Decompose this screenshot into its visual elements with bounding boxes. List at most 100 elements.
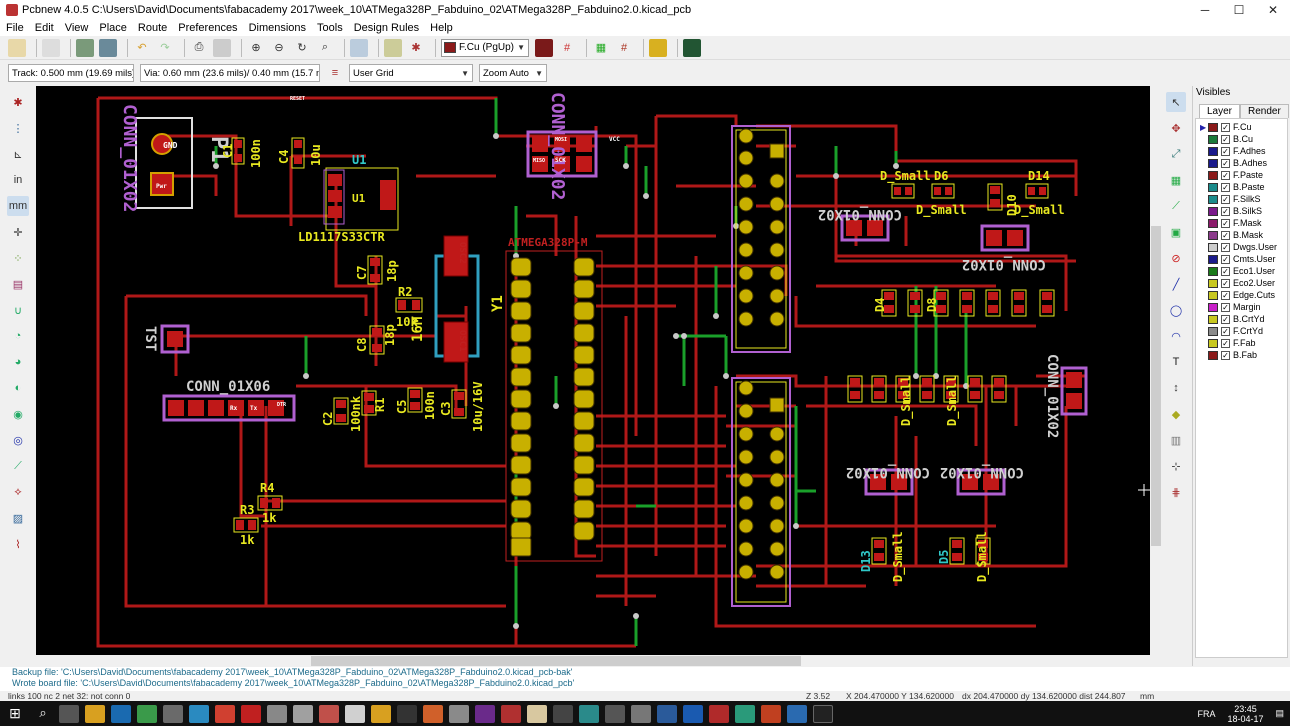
select-arrow-icon[interactable]: ↖	[1166, 92, 1186, 112]
layer-color-swatch[interactable]	[1208, 146, 1218, 156]
track-width-select[interactable]: Track: 0.500 mm (19.69 mils) * ▼	[8, 64, 134, 82]
undo-icon[interactable]: ↶	[133, 39, 151, 57]
cursor-shape-icon[interactable]: ✛	[7, 222, 29, 242]
menu-view[interactable]: View	[65, 22, 89, 34]
layer-visibility-checkbox[interactable]: ✓	[1221, 206, 1230, 216]
chrome-icon[interactable]	[215, 704, 235, 723]
layer-visibility-checkbox[interactable]: ✓	[1221, 254, 1230, 264]
layer-color-swatch[interactable]	[1208, 194, 1218, 204]
add-arc-icon[interactable]: ◠	[1166, 326, 1186, 346]
layer-visibility-checkbox[interactable]: ✓	[1221, 194, 1230, 204]
layer-color-swatch[interactable]	[1208, 338, 1218, 348]
route-track-icon[interactable]: ⟋	[1166, 196, 1186, 216]
app-icon-g[interactable]	[449, 704, 469, 723]
add-circle-icon[interactable]: ◯	[1166, 300, 1186, 320]
module-ratsnest-icon[interactable]: ▤	[7, 274, 29, 294]
layer-color-swatch[interactable]	[1208, 134, 1218, 144]
ftdi-header[interactable]	[162, 394, 296, 422]
layer-color-swatch[interactable]	[1208, 350, 1218, 360]
photos-icon[interactable]	[267, 704, 287, 723]
menu-route[interactable]: Route	[138, 22, 167, 34]
pcb-drawing[interactable]: CONN_01X02 CONN_01X02 P1 U1 U1 LD1117S33…	[36, 86, 1150, 655]
layer-color-swatch[interactable]	[1208, 302, 1218, 312]
delete-icon[interactable]: ▥	[1166, 430, 1186, 450]
grid-toggle-icon[interactable]: ⋮	[7, 118, 29, 138]
file-explorer-icon[interactable]	[85, 704, 105, 723]
zoom-in-icon[interactable]: ⊕	[247, 39, 265, 57]
keepout-icon[interactable]: ⊘	[1166, 248, 1186, 268]
menu-dimensions[interactable]: Dimensions	[249, 22, 306, 34]
app-icon-i[interactable]	[501, 704, 521, 723]
layer-visibility-checkbox[interactable]: ✓	[1221, 230, 1230, 240]
vertical-scrollbar[interactable]	[1150, 86, 1162, 655]
layer-visibility-checkbox[interactable]: ✓	[1221, 338, 1230, 348]
layer-row-dwgs-user[interactable]: ✓ Dwgs.User	[1200, 241, 1287, 253]
netlist-icon[interactable]	[384, 38, 402, 57]
inch-units-icon[interactable]: in	[7, 170, 29, 190]
app-mail-icon[interactable]	[163, 704, 183, 723]
maximize-button[interactable]: ☐	[1222, 0, 1256, 20]
app-icon-f[interactable]	[423, 704, 443, 723]
grid-origin-icon[interactable]: ⋕	[1166, 482, 1186, 502]
app-icon-k[interactable]	[605, 704, 625, 723]
kicad-taskbar-icon[interactable]	[527, 704, 547, 723]
menu-tools[interactable]: Tools	[317, 22, 343, 34]
highlight-net-icon[interactable]: ✥	[1166, 118, 1186, 138]
app-icon-h[interactable]	[475, 704, 495, 723]
layer-visibility-checkbox[interactable]: ✓	[1221, 146, 1230, 156]
menu-file[interactable]: File	[6, 22, 24, 34]
layer-row-f-paste[interactable]: ✓ F.Paste	[1200, 169, 1287, 181]
layer-visibility-checkbox[interactable]: ✓	[1221, 134, 1230, 144]
layer-row-f-cu[interactable]: ▶ ✓ F.Cu	[1200, 121, 1287, 133]
layer-visibility-checkbox[interactable]: ✓	[1221, 218, 1230, 228]
mm-units-icon[interactable]: mm	[7, 196, 29, 216]
via-sketch-icon[interactable]: ◎	[7, 430, 29, 450]
app-icon-d[interactable]	[371, 704, 391, 723]
layer-visibility-checkbox[interactable]: ✓	[1221, 170, 1230, 180]
app-icon-o[interactable]	[735, 704, 755, 723]
pad-sketch-icon[interactable]: ◉	[7, 404, 29, 424]
calculator-icon[interactable]	[631, 704, 651, 723]
app-skype-icon[interactable]	[189, 704, 209, 723]
layer-color-swatch[interactable]	[1208, 278, 1218, 288]
layer-row-eco2-user[interactable]: ✓ Eco2.User	[1200, 277, 1287, 289]
layer-color-swatch[interactable]	[1208, 230, 1218, 240]
windows-start-icon[interactable]: ⊞	[0, 701, 30, 726]
header-top[interactable]	[731, 125, 791, 353]
menu-edit[interactable]: Edit	[35, 22, 54, 34]
app-icon-e[interactable]	[397, 704, 417, 723]
layer-pair-icon[interactable]	[535, 38, 553, 57]
plot-icon[interactable]	[213, 38, 231, 57]
close-button[interactable]: ✕	[1256, 0, 1290, 20]
zoom-out-icon[interactable]: ⊖	[270, 39, 288, 57]
layer-row-cmts-user[interactable]: ✓ Cmts.User	[1200, 253, 1287, 265]
app-icon-a[interactable]	[293, 704, 313, 723]
add-dimension-icon[interactable]: ↕	[1166, 378, 1186, 398]
layer-color-swatch[interactable]	[1208, 122, 1218, 132]
zoom-select[interactable]: Zoom Auto ▼	[479, 64, 547, 82]
auto-delete-track-icon[interactable]: ∪	[7, 300, 29, 320]
layer-row-b-mask[interactable]: ✓ B.Mask	[1200, 229, 1287, 241]
layer-visibility-checkbox[interactable]: ✓	[1221, 350, 1230, 360]
tray-lang[interactable]: FRA	[1197, 709, 1215, 719]
layer-color-swatch[interactable]	[1208, 242, 1218, 252]
redraw-icon[interactable]: ↻	[293, 39, 311, 57]
layer-row-edge-cuts[interactable]: ✓ Edge.Cuts	[1200, 289, 1287, 301]
app-icon-n[interactable]	[709, 704, 729, 723]
add-line-icon[interactable]: ╱	[1166, 274, 1186, 294]
library-editor-icon[interactable]	[76, 38, 94, 57]
layer-color-swatch[interactable]	[1208, 266, 1218, 276]
crystal-y1[interactable]	[434, 235, 480, 363]
zone-fill-icon[interactable]: ◔	[7, 326, 29, 346]
menu-place[interactable]: Place	[99, 22, 127, 34]
add-text-icon[interactable]: T	[1166, 352, 1186, 372]
layers-manager-icon[interactable]: ▨	[7, 508, 29, 528]
layer-color-swatch[interactable]	[1208, 170, 1218, 180]
search-icon[interactable]: ⌕	[33, 705, 53, 723]
layer-visibility-checkbox[interactable]: ✓	[1221, 302, 1230, 312]
layer-color-swatch[interactable]	[1208, 290, 1218, 300]
task-view-icon[interactable]	[59, 704, 79, 723]
terminal-icon[interactable]	[683, 38, 701, 57]
new-board-icon[interactable]	[8, 38, 26, 57]
layer-visibility-checkbox[interactable]: ✓	[1221, 266, 1230, 276]
